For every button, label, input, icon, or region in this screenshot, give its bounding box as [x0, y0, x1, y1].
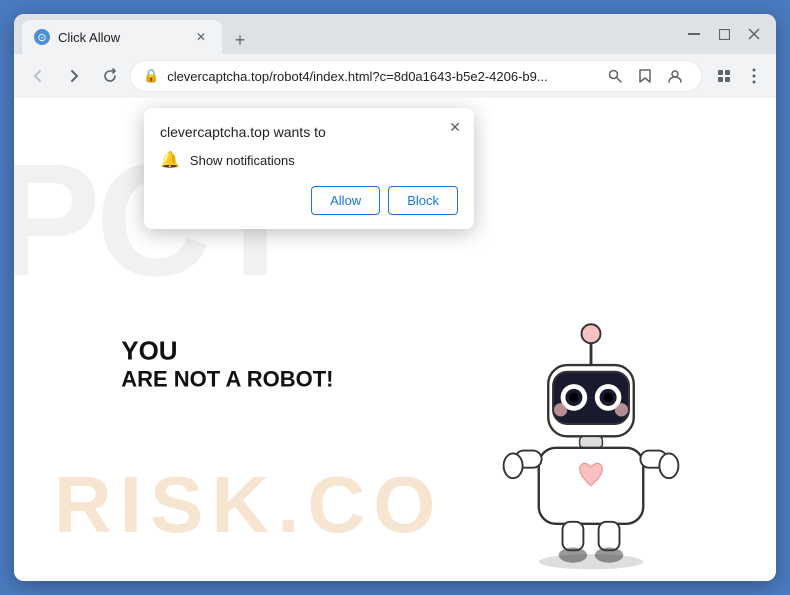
popup-title: clevercaptcha.top wants to [160, 124, 458, 140]
tabs-area: ⊙ Click Allow ✕ + [22, 14, 680, 54]
webpage: PCT RISK.CO YOU ARE NOT A ROBOT! [14, 98, 776, 581]
browser-window: ⊙ Click Allow ✕ + [14, 14, 776, 581]
forward-button[interactable] [58, 60, 90, 92]
verify-text-line2: ARE NOT A ROBOT! [121, 366, 333, 392]
page-main-content: YOU ARE NOT A ROBOT! [121, 335, 333, 392]
close-button[interactable] [740, 20, 768, 48]
address-bar-row: 🔒 clevercaptcha.top/robot4/index.html?c=… [14, 54, 776, 98]
browser-menu-icons [710, 62, 768, 90]
verify-text-line1: YOU [121, 335, 333, 366]
maximize-button[interactable] [710, 20, 738, 48]
block-button[interactable]: Block [388, 186, 458, 215]
title-bar: ⊙ Click Allow ✕ + [14, 14, 776, 54]
new-tab-button[interactable]: + [226, 26, 254, 54]
lock-icon: 🔒 [143, 68, 159, 84]
robot-illustration [496, 310, 696, 581]
popup-close-button[interactable]: ✕ [444, 116, 466, 138]
back-button[interactable] [22, 60, 54, 92]
tab-title: Click Allow [58, 30, 184, 45]
address-bar[interactable]: 🔒 clevercaptcha.top/robot4/index.html?c=… [130, 60, 702, 92]
bookmark-icon[interactable] [631, 62, 659, 90]
address-bar-icons [601, 62, 689, 90]
tab-favicon: ⊙ [34, 29, 50, 45]
minimize-button[interactable] [680, 20, 708, 48]
search-icon[interactable] [601, 62, 629, 90]
extensions-icon[interactable] [710, 62, 738, 90]
notification-popup: ✕ clevercaptcha.top wants to 🔔 Show noti… [144, 108, 474, 229]
popup-buttons: Allow Block [160, 186, 458, 215]
window-controls [680, 20, 768, 48]
popup-notification-text: Show notifications [190, 153, 295, 168]
popup-notification-row: 🔔 Show notifications [160, 150, 458, 170]
watermark-risk: RISK.CO [54, 459, 443, 551]
profile-icon[interactable] [661, 62, 689, 90]
url-text: clevercaptcha.top/robot4/index.html?c=8d… [167, 69, 593, 84]
bell-icon: 🔔 [160, 150, 180, 170]
more-menu-button[interactable] [740, 62, 768, 90]
active-tab[interactable]: ⊙ Click Allow ✕ [22, 20, 222, 54]
allow-button[interactable]: Allow [311, 186, 380, 215]
reload-button[interactable] [94, 60, 126, 92]
tab-close-button[interactable]: ✕ [192, 28, 210, 46]
